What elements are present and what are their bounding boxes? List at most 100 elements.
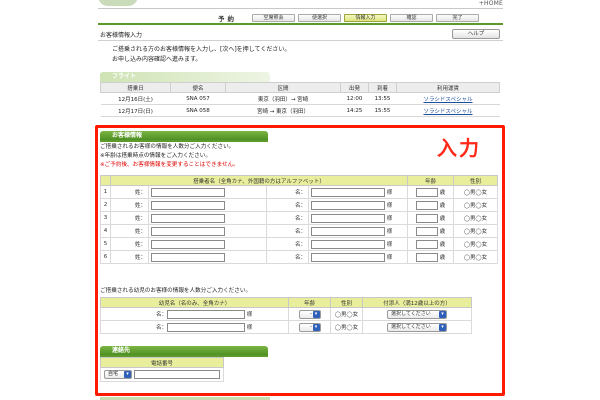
flight-depart: 14:25 (340, 104, 369, 117)
progress-steps: 予約 空席照会 便選択 情報入力 確認 完了 (218, 13, 479, 23)
infant-first-name-input[interactable] (167, 322, 245, 332)
gender-radio[interactable]: ◯男◯女 (453, 198, 498, 212)
passenger-table: 搭乗者名（全角カナ、外国籍の方はアルファベット） 年齢 性別 1 姓： 名： 様 歳… (100, 175, 498, 264)
divider (100, 140, 268, 142)
first-name-input[interactable] (311, 187, 385, 197)
age-input[interactable] (415, 213, 438, 223)
row-number: 2 (100, 198, 111, 212)
first-name-input[interactable] (311, 226, 385, 236)
flight-arrive: 13:55 (368, 92, 397, 105)
flight-number: SNA 058 (170, 104, 226, 117)
infant-row: 名： 様 - ▾ ◯男◯女 選択してください ▾ (100, 307, 472, 321)
divider (98, 40, 503, 41)
first-name-label: 名： (266, 237, 309, 251)
infant-table: 幼児名（名のみ、全角カナ） 年齢 性別 付添人（満12歳以上の方） 名： 様 - ▾… (100, 297, 472, 334)
first-name-label: 名： (266, 185, 309, 199)
honorific: 様 (386, 254, 393, 261)
phone-number-input[interactable] (133, 370, 220, 379)
fare-link[interactable]: ソラシドスペシャル (396, 92, 500, 105)
infant-age-value: - (310, 310, 312, 317)
passenger-row: 3 姓： 名： 様 歳 ◯男◯女 (100, 211, 498, 225)
last-name-label: 姓： (110, 185, 149, 199)
col-header: 出発 (340, 82, 369, 93)
last-name-input[interactable] (151, 200, 225, 210)
fare-link[interactable]: ソラシドスペシャル (396, 104, 500, 117)
age-input[interactable] (415, 226, 438, 236)
step-info-entry: 情報入力 (344, 14, 387, 22)
last-name-label: 姓： (110, 224, 149, 238)
age-input[interactable] (415, 239, 438, 249)
guardian-select[interactable]: 選択してください ▾ (387, 322, 447, 332)
table-row: 12月16日(土) SNA 057 東京（羽田）→ 宮崎 12:00 13:55… (100, 92, 500, 105)
col-header: 利用運賃 (396, 82, 500, 93)
row-number: 3 (100, 211, 111, 225)
flight-number: SNA 057 (170, 92, 226, 105)
logo (98, 0, 138, 6)
col-header-guardian: 付添人（満12歳以上の方） (362, 297, 472, 308)
first-name-input[interactable] (311, 239, 385, 249)
input-annotation: 入力 (437, 136, 481, 160)
age-input[interactable] (415, 200, 438, 210)
last-name-input[interactable] (151, 239, 225, 249)
infant-gender-radio[interactable]: ◯男◯女 (330, 320, 363, 334)
age-unit: 歳 (439, 241, 446, 248)
gender-radio[interactable]: ◯男◯女 (453, 250, 498, 264)
passenger-row: 4 姓： 名： 様 歳 ◯男◯女 (100, 224, 498, 238)
honorific: 様 (386, 228, 393, 235)
steps-divider (98, 23, 503, 25)
flight-date: 12月16日(土) (100, 92, 171, 105)
honorific: 様 (386, 241, 393, 248)
age-unit: 歳 (439, 189, 446, 196)
passenger-note: ※年齢は搭乗時点の情報をご入力ください。 (100, 153, 211, 159)
row-number: 5 (100, 237, 111, 251)
first-name-input[interactable] (311, 200, 385, 210)
col-header: 搭乗日 (100, 82, 171, 93)
infant-first-name-input[interactable] (167, 309, 245, 319)
col-header-gender: 性別 (453, 175, 498, 186)
guardian-select[interactable]: 選択してください ▾ (387, 309, 447, 319)
first-name-label: 名： (266, 224, 309, 238)
age-input[interactable] (415, 252, 438, 262)
step-flight-select: 便選択 (298, 14, 341, 22)
help-button[interactable]: ヘルプ (452, 29, 500, 39)
flight-table: 搭乗日 便名 区間 出発 到着 利用運賃 12月16日(土) SNA 057 東… (100, 82, 500, 117)
last-name-label: 姓： (110, 237, 149, 251)
honorific: 様 (386, 189, 393, 196)
gender-radio[interactable]: ◯男◯女 (453, 237, 498, 251)
phone-type-value: 自宅 (108, 371, 119, 377)
infant-gender-radio[interactable]: ◯男◯女 (330, 307, 363, 321)
last-name-input[interactable] (151, 226, 225, 236)
infant-row: 名： 様 - ▾ ◯男◯女 選択してください ▾ (100, 320, 472, 334)
chevron-down-icon: ▾ (439, 323, 446, 331)
age-input[interactable] (415, 187, 438, 197)
infant-age-select[interactable]: - ▾ (298, 309, 321, 319)
col-header: 区間 (225, 82, 341, 93)
chevron-down-icon: ▾ (124, 371, 131, 378)
home-link[interactable]: +HOME (479, 0, 503, 7)
table-row: 12月17日(日) SNA 058 宮崎 → 東京（羽田） 14:25 15:5… (100, 104, 500, 117)
honorific: 様 (386, 215, 393, 222)
passenger-section-label: お客様情報 (100, 131, 268, 140)
intro-text: ご搭乗される方のお客様情報を入力し、[次へ]を押してください。 お申し込み内容確… (112, 45, 290, 65)
honorific: 様 (246, 324, 253, 331)
last-name-input[interactable] (151, 213, 225, 223)
gender-radio[interactable]: ◯男◯女 (453, 185, 498, 199)
col-header-infant-name: 幼児名（名のみ、全角カナ） (100, 297, 289, 308)
gender-radio[interactable]: ◯男◯女 (453, 224, 498, 238)
flight-route: 宮崎 → 東京（羽田） (225, 104, 341, 117)
infant-age-select[interactable]: - ▾ (298, 322, 321, 332)
first-name-input[interactable] (311, 252, 385, 262)
row-number: 4 (100, 224, 111, 238)
last-name-input[interactable] (151, 252, 225, 262)
gender-radio[interactable]: ◯男◯女 (453, 211, 498, 225)
intro-line: お申し込み内容確認へ進みます。 (112, 56, 202, 63)
col-header: 到着 (368, 82, 397, 93)
flight-route: 東京（羽田）→ 宮崎 (225, 92, 341, 105)
age-unit: 歳 (439, 254, 446, 261)
infant-note: ご搭乗される幼児のお客様の情報を人数分ご入力ください。 (100, 288, 252, 294)
flight-section-label: フライト (100, 72, 270, 82)
first-name-input[interactable] (311, 213, 385, 223)
last-name-input[interactable] (151, 187, 225, 197)
honorific: 様 (386, 202, 393, 209)
phone-type-select[interactable]: 自宅 ▾ (104, 370, 132, 379)
